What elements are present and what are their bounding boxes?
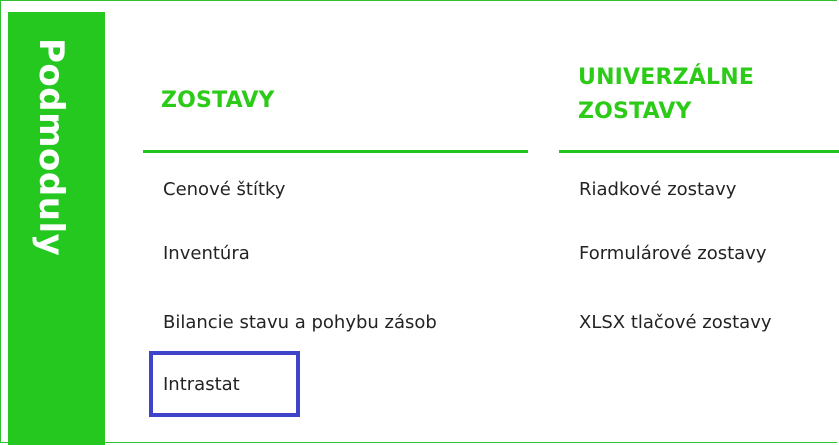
menu-item-xlsx-tlacove-zostavy[interactable]: XLSX tlačové zostavy (579, 311, 772, 335)
intrastat-highlight-box (149, 351, 300, 417)
submodules-side-tab[interactable]: Podmoduly (8, 12, 105, 445)
side-tab-label: Podmoduly (31, 38, 71, 257)
column-header-univerzalne-zostavy: UNIVERZÁLNE ZOSTAVY (578, 65, 755, 124)
column-divider-zostavy (143, 150, 528, 153)
menu-item-inventura[interactable]: Inventúra (163, 242, 250, 266)
column-divider-univerzalne-zostavy (559, 150, 839, 153)
menu-item-formularove-zostavy[interactable]: Formulárové zostavy (579, 242, 766, 266)
menu-item-bilancie-stavu[interactable]: Bilancie stavu a pohybu zásob (163, 311, 437, 335)
column-header-zostavy: ZOSTAVY (161, 88, 275, 113)
menu-item-cenove-stitky[interactable]: Cenové štítky (163, 178, 285, 202)
menu-item-riadkove-zostavy[interactable]: Riadkové zostavy (579, 178, 736, 202)
